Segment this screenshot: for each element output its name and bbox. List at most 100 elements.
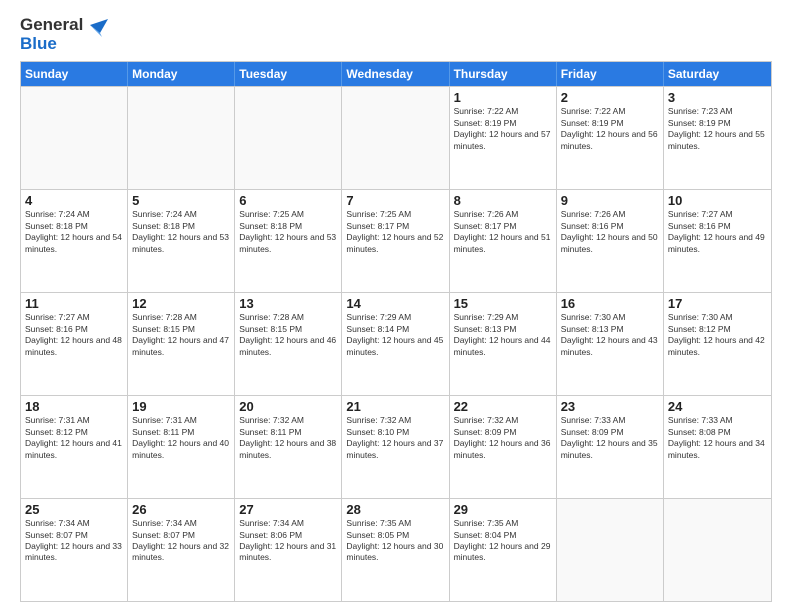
- day-number: 10: [668, 193, 767, 208]
- calendar-cell: 18Sunrise: 7:31 AMSunset: 8:12 PMDayligh…: [21, 396, 128, 498]
- day-number: 21: [346, 399, 444, 414]
- header: General Blue: [20, 16, 772, 53]
- day-number: 3: [668, 90, 767, 105]
- day-info: Sunrise: 7:25 AMSunset: 8:17 PMDaylight:…: [346, 209, 444, 255]
- day-info: Sunrise: 7:32 AMSunset: 8:10 PMDaylight:…: [346, 415, 444, 461]
- calendar-cell: 10Sunrise: 7:27 AMSunset: 8:16 PMDayligh…: [664, 190, 771, 292]
- day-info: Sunrise: 7:23 AMSunset: 8:19 PMDaylight:…: [668, 106, 767, 152]
- calendar-cell: 3Sunrise: 7:23 AMSunset: 8:19 PMDaylight…: [664, 87, 771, 189]
- day-info: Sunrise: 7:27 AMSunset: 8:16 PMDaylight:…: [668, 209, 767, 255]
- day-info: Sunrise: 7:29 AMSunset: 8:13 PMDaylight:…: [454, 312, 552, 358]
- calendar-cell: [557, 499, 664, 601]
- day-number: 27: [239, 502, 337, 517]
- calendar-cell: [21, 87, 128, 189]
- day-number: 4: [25, 193, 123, 208]
- day-info: Sunrise: 7:34 AMSunset: 8:07 PMDaylight:…: [25, 518, 123, 564]
- day-number: 15: [454, 296, 552, 311]
- day-info: Sunrise: 7:35 AMSunset: 8:05 PMDaylight:…: [346, 518, 444, 564]
- calendar-cell: 12Sunrise: 7:28 AMSunset: 8:15 PMDayligh…: [128, 293, 235, 395]
- calendar-cell: 6Sunrise: 7:25 AMSunset: 8:18 PMDaylight…: [235, 190, 342, 292]
- logo-blue: Blue: [20, 35, 83, 54]
- calendar-header-row: SundayMondayTuesdayWednesdayThursdayFrid…: [21, 62, 771, 86]
- logo-general: General: [20, 16, 83, 35]
- calendar-cell: 24Sunrise: 7:33 AMSunset: 8:08 PMDayligh…: [664, 396, 771, 498]
- day-number: 24: [668, 399, 767, 414]
- day-info: Sunrise: 7:34 AMSunset: 8:06 PMDaylight:…: [239, 518, 337, 564]
- calendar-cell: 13Sunrise: 7:28 AMSunset: 8:15 PMDayligh…: [235, 293, 342, 395]
- day-info: Sunrise: 7:31 AMSunset: 8:11 PMDaylight:…: [132, 415, 230, 461]
- calendar-cell: 5Sunrise: 7:24 AMSunset: 8:18 PMDaylight…: [128, 190, 235, 292]
- calendar-cell: 9Sunrise: 7:26 AMSunset: 8:16 PMDaylight…: [557, 190, 664, 292]
- calendar-cell: 20Sunrise: 7:32 AMSunset: 8:11 PMDayligh…: [235, 396, 342, 498]
- calendar-cell: 23Sunrise: 7:33 AMSunset: 8:09 PMDayligh…: [557, 396, 664, 498]
- calendar-cell: 21Sunrise: 7:32 AMSunset: 8:10 PMDayligh…: [342, 396, 449, 498]
- calendar-cell: 27Sunrise: 7:34 AMSunset: 8:06 PMDayligh…: [235, 499, 342, 601]
- day-number: 26: [132, 502, 230, 517]
- day-number: 18: [25, 399, 123, 414]
- calendar-cell: [664, 499, 771, 601]
- calendar-cell: 28Sunrise: 7:35 AMSunset: 8:05 PMDayligh…: [342, 499, 449, 601]
- calendar-cell: 2Sunrise: 7:22 AMSunset: 8:19 PMDaylight…: [557, 87, 664, 189]
- calendar-cell: 8Sunrise: 7:26 AMSunset: 8:17 PMDaylight…: [450, 190, 557, 292]
- calendar-cell: [235, 87, 342, 189]
- calendar-cell: 29Sunrise: 7:35 AMSunset: 8:04 PMDayligh…: [450, 499, 557, 601]
- calendar-cell: 26Sunrise: 7:34 AMSunset: 8:07 PMDayligh…: [128, 499, 235, 601]
- logo: General Blue: [20, 16, 108, 53]
- weekday-header-wednesday: Wednesday: [342, 62, 449, 86]
- day-number: 12: [132, 296, 230, 311]
- day-info: Sunrise: 7:29 AMSunset: 8:14 PMDaylight:…: [346, 312, 444, 358]
- calendar-cell: 11Sunrise: 7:27 AMSunset: 8:16 PMDayligh…: [21, 293, 128, 395]
- calendar-cell: 7Sunrise: 7:25 AMSunset: 8:17 PMDaylight…: [342, 190, 449, 292]
- day-info: Sunrise: 7:35 AMSunset: 8:04 PMDaylight:…: [454, 518, 552, 564]
- day-number: 13: [239, 296, 337, 311]
- calendar-week-3: 11Sunrise: 7:27 AMSunset: 8:16 PMDayligh…: [21, 292, 771, 395]
- day-info: Sunrise: 7:30 AMSunset: 8:12 PMDaylight:…: [668, 312, 767, 358]
- logo-text: General Blue: [20, 16, 83, 53]
- day-info: Sunrise: 7:32 AMSunset: 8:11 PMDaylight:…: [239, 415, 337, 461]
- day-info: Sunrise: 7:26 AMSunset: 8:16 PMDaylight:…: [561, 209, 659, 255]
- day-number: 28: [346, 502, 444, 517]
- day-number: 14: [346, 296, 444, 311]
- weekday-header-thursday: Thursday: [450, 62, 557, 86]
- calendar-body: 1Sunrise: 7:22 AMSunset: 8:19 PMDaylight…: [21, 86, 771, 601]
- day-info: Sunrise: 7:31 AMSunset: 8:12 PMDaylight:…: [25, 415, 123, 461]
- calendar-cell: 19Sunrise: 7:31 AMSunset: 8:11 PMDayligh…: [128, 396, 235, 498]
- day-number: 2: [561, 90, 659, 105]
- day-number: 19: [132, 399, 230, 414]
- day-info: Sunrise: 7:24 AMSunset: 8:18 PMDaylight:…: [132, 209, 230, 255]
- day-info: Sunrise: 7:30 AMSunset: 8:13 PMDaylight:…: [561, 312, 659, 358]
- day-number: 9: [561, 193, 659, 208]
- weekday-header-tuesday: Tuesday: [235, 62, 342, 86]
- calendar-week-5: 25Sunrise: 7:34 AMSunset: 8:07 PMDayligh…: [21, 498, 771, 601]
- day-number: 11: [25, 296, 123, 311]
- day-info: Sunrise: 7:27 AMSunset: 8:16 PMDaylight:…: [25, 312, 123, 358]
- day-info: Sunrise: 7:25 AMSunset: 8:18 PMDaylight:…: [239, 209, 337, 255]
- weekday-header-saturday: Saturday: [664, 62, 771, 86]
- calendar-week-4: 18Sunrise: 7:31 AMSunset: 8:12 PMDayligh…: [21, 395, 771, 498]
- day-info: Sunrise: 7:28 AMSunset: 8:15 PMDaylight:…: [132, 312, 230, 358]
- day-info: Sunrise: 7:33 AMSunset: 8:09 PMDaylight:…: [561, 415, 659, 461]
- day-number: 6: [239, 193, 337, 208]
- day-info: Sunrise: 7:28 AMSunset: 8:15 PMDaylight:…: [239, 312, 337, 358]
- calendar-cell: 4Sunrise: 7:24 AMSunset: 8:18 PMDaylight…: [21, 190, 128, 292]
- calendar-cell: 14Sunrise: 7:29 AMSunset: 8:14 PMDayligh…: [342, 293, 449, 395]
- day-number: 8: [454, 193, 552, 208]
- day-number: 23: [561, 399, 659, 414]
- page: General Blue SundayMondayTuesdayWednesda…: [0, 0, 792, 612]
- day-info: Sunrise: 7:24 AMSunset: 8:18 PMDaylight:…: [25, 209, 123, 255]
- day-info: Sunrise: 7:33 AMSunset: 8:08 PMDaylight:…: [668, 415, 767, 461]
- day-number: 5: [132, 193, 230, 208]
- calendar-cell: 17Sunrise: 7:30 AMSunset: 8:12 PMDayligh…: [664, 293, 771, 395]
- day-number: 29: [454, 502, 552, 517]
- calendar-cell: 1Sunrise: 7:22 AMSunset: 8:19 PMDaylight…: [450, 87, 557, 189]
- weekday-header-friday: Friday: [557, 62, 664, 86]
- calendar-cell: 25Sunrise: 7:34 AMSunset: 8:07 PMDayligh…: [21, 499, 128, 601]
- day-info: Sunrise: 7:32 AMSunset: 8:09 PMDaylight:…: [454, 415, 552, 461]
- logo-wordmark: General Blue: [20, 16, 108, 53]
- day-number: 20: [239, 399, 337, 414]
- day-number: 25: [25, 502, 123, 517]
- calendar-week-1: 1Sunrise: 7:22 AMSunset: 8:19 PMDaylight…: [21, 86, 771, 189]
- weekday-header-monday: Monday: [128, 62, 235, 86]
- weekday-header-sunday: Sunday: [21, 62, 128, 86]
- day-info: Sunrise: 7:22 AMSunset: 8:19 PMDaylight:…: [561, 106, 659, 152]
